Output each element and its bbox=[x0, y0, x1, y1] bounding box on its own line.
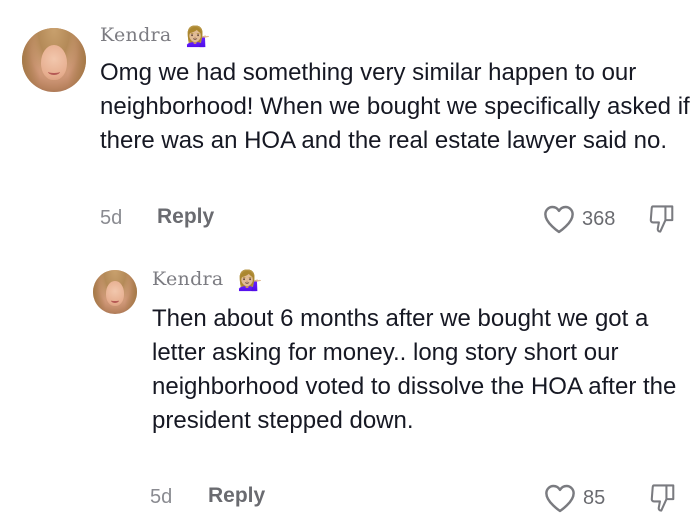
reply-button[interactable]: Reply bbox=[157, 205, 214, 229]
thumbs-down-outline-icon bbox=[649, 205, 674, 233]
reply-button[interactable]: Reply bbox=[208, 484, 265, 508]
thumbs-down-outline-icon bbox=[650, 484, 675, 512]
person-tipping-hand-emoji-icon: 💁🏼‍♀️ bbox=[237, 268, 264, 292]
dislike-button[interactable] bbox=[649, 482, 677, 519]
username-text: Kendra bbox=[100, 24, 172, 46]
username[interactable]: Kendra 💁🏼‍♀️ bbox=[100, 24, 211, 46]
comment-timestamp: 5d bbox=[100, 207, 123, 229]
dislike-button[interactable] bbox=[648, 203, 676, 240]
comment-text: Then about 6 months after we bought we g… bbox=[152, 305, 677, 434]
person-tipping-hand-emoji-icon: 💁🏼‍♀️ bbox=[185, 24, 212, 48]
avatar[interactable] bbox=[93, 270, 137, 314]
avatar[interactable] bbox=[22, 28, 86, 92]
heart-outline-icon bbox=[545, 484, 575, 513]
username-text: Kendra bbox=[152, 268, 224, 290]
like-count: 368 bbox=[582, 207, 616, 230]
like-count: 85 bbox=[583, 486, 606, 509]
username[interactable]: Kendra 💁🏼‍♀️ bbox=[152, 268, 263, 290]
like-button[interactable]: 85 bbox=[543, 483, 605, 513]
like-button[interactable]: 368 bbox=[542, 204, 615, 234]
comment-text: Omg we had something very similar happen… bbox=[100, 59, 690, 154]
comment-timestamp: 5d bbox=[150, 486, 173, 508]
heart-outline-icon bbox=[544, 205, 574, 234]
comment-item: Kendra 💁🏼‍♀️ Omg we had something very s… bbox=[0, 0, 700, 250]
reply-comment-item: Kendra 💁🏼‍♀️ Then about 6 months after w… bbox=[0, 250, 700, 525]
